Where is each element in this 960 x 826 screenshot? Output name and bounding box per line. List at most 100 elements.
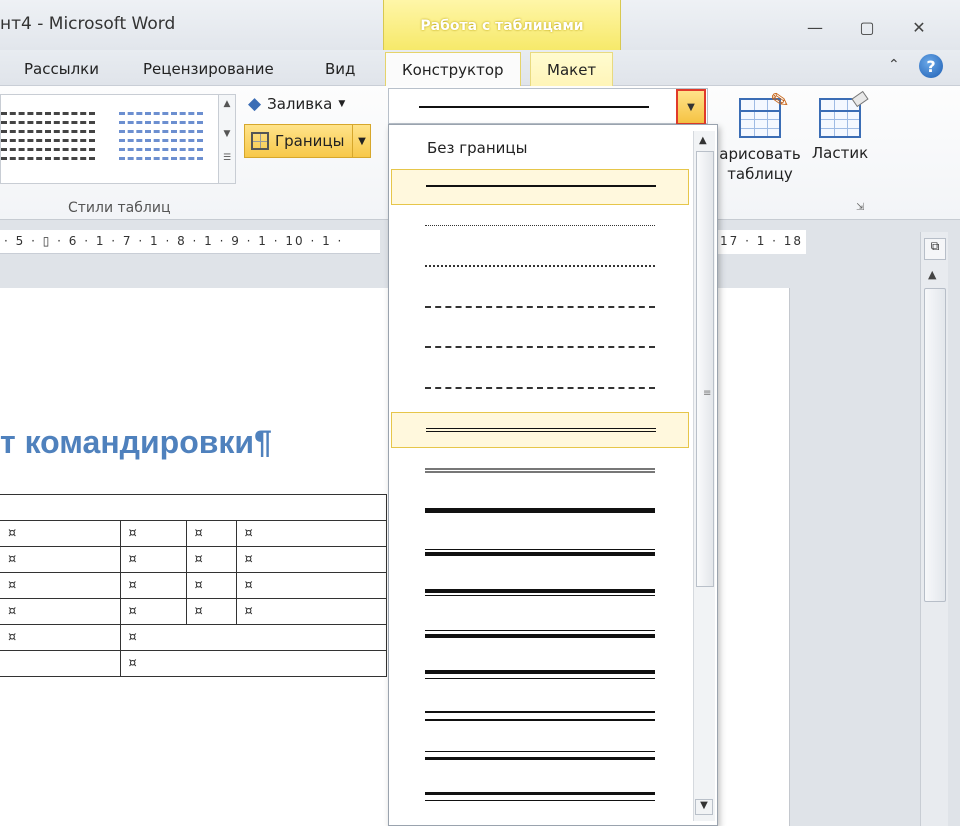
table-tools-context-header: Работа с таблицами [383, 0, 621, 50]
gallery-more-icon[interactable]: ☰ [219, 153, 235, 163]
line-style-dropdown: Без границы ▲ ≡ ▼ [388, 124, 718, 826]
table-cell[interactable]: ¤ [0, 572, 121, 599]
table-cell[interactable]: ¤ [185, 598, 237, 625]
line-style-option[interactable] [391, 696, 689, 732]
line-style-option[interactable] [391, 453, 689, 489]
table-styles-group-label: Стили таблиц [68, 200, 171, 216]
line-style-option[interactable] [391, 210, 689, 246]
line-style-sample [425, 589, 655, 596]
line-style-option[interactable] [391, 493, 689, 529]
line-style-sample [426, 428, 656, 432]
table-cell[interactable]: ¤ [119, 572, 187, 599]
line-style-combobox[interactable] [388, 88, 708, 124]
help-icon[interactable]: ? [919, 54, 943, 78]
line-style-option[interactable] [391, 615, 689, 651]
borders-dropdown-arrow[interactable]: ▼ [352, 124, 371, 158]
table-cell[interactable] [0, 494, 387, 521]
shading-button[interactable]: ◆ Заливка ▼ [248, 94, 345, 114]
gallery-down-icon[interactable]: ▼ [219, 129, 235, 139]
line-style-sample [425, 710, 655, 721]
dropdown-scrollbar[interactable]: ▲ ≡ ▼ [693, 131, 715, 821]
horizontal-ruler[interactable]: · 5 · ▯ · 6 · 1 · 7 · 1 · 8 · 1 · 9 · 1 … [0, 230, 380, 254]
tab-mailings[interactable]: Рассылки [24, 60, 99, 78]
line-style-sample [425, 346, 655, 348]
line-style-option[interactable] [391, 169, 689, 205]
tab-view[interactable]: Вид [325, 60, 355, 78]
table-cell[interactable]: ¤ [0, 624, 121, 651]
line-style-sample [425, 548, 655, 556]
line-style-option[interactable] [391, 655, 689, 691]
draw-table-icon: ✎ [739, 88, 791, 138]
table-cell[interactable]: ¤ [119, 650, 387, 677]
line-style-option[interactable] [391, 291, 689, 327]
tab-review[interactable]: Рецензирование [143, 60, 274, 78]
restore-button[interactable]: ▢ [852, 14, 882, 40]
line-style-sample [425, 386, 655, 389]
grip-icon: ≡ [703, 388, 712, 399]
line-style-option[interactable] [391, 574, 689, 610]
document-heading[interactable]: т командировки¶ [0, 424, 272, 461]
line-style-option[interactable] [391, 331, 689, 367]
table-cell[interactable]: ¤ [119, 598, 187, 625]
table-cell[interactable]: ¤ [119, 520, 187, 547]
table-row: ¤ ¤ [0, 624, 387, 651]
context-group-label: Работа с таблицами [420, 18, 584, 34]
table-cell[interactable]: ¤ [185, 572, 237, 599]
horizontal-ruler-right[interactable]: 17 · 1 · 18 [716, 230, 806, 254]
table-cell[interactable] [0, 650, 121, 677]
dialog-launcher-icon[interactable]: ⇲ [856, 202, 864, 213]
table-cell[interactable]: ¤ [0, 598, 121, 625]
dropdown-scroll-thumb[interactable]: ≡ [696, 151, 714, 587]
table-cell[interactable]: ¤ [0, 546, 121, 573]
chevron-down-icon: ▼ [338, 99, 346, 109]
table-style-blue[interactable] [115, 107, 207, 173]
table-style-plain[interactable] [1, 107, 101, 173]
document-table[interactable]: ¤ ¤ ¤ ¤ ¤ ¤ ¤ ¤ ¤ ¤ ¤ ¤ ¤ ¤ ¤ ¤ ¤ ¤ ¤ [0, 494, 387, 677]
line-style-option[interactable] [391, 412, 689, 448]
vertical-scrollbar[interactable]: ⧉ ▲ [920, 232, 948, 826]
draw-table-button[interactable]: ✎ арисовать таблицу [715, 88, 805, 184]
table-cell[interactable]: ¤ [185, 546, 237, 573]
table-cell[interactable]: ¤ [235, 598, 387, 625]
table-cell[interactable]: ¤ [185, 520, 237, 547]
table-cell[interactable]: ¤ [235, 546, 387, 573]
line-style-option[interactable] [391, 736, 689, 772]
gallery-scrollbar[interactable]: ▲ ▼ ☰ [218, 94, 236, 184]
line-style-sample [425, 305, 655, 308]
minimize-button[interactable]: — [800, 14, 830, 40]
line-style-option[interactable] [391, 534, 689, 570]
eraser-button[interactable]: Ластик [805, 90, 875, 162]
scroll-down-icon[interactable]: ▼ [695, 799, 713, 815]
table-row: ¤ ¤ ¤ ¤ [0, 546, 387, 573]
chevron-down-icon: ▼ [687, 101, 695, 113]
eraser-label: Ластик [811, 144, 869, 162]
close-button[interactable]: ✕ [904, 14, 934, 40]
window-title: нт4 - Microsoft Word [0, 14, 176, 34]
no-border-option[interactable]: Без границы [427, 139, 527, 157]
table-cell[interactable]: ¤ [0, 520, 121, 547]
line-style-dropdown-button[interactable]: ▼ [676, 89, 706, 125]
table-cell[interactable]: ¤ [235, 520, 387, 547]
line-style-sample [425, 224, 655, 226]
scroll-up-icon[interactable]: ▲ [928, 268, 936, 281]
line-style-option[interactable] [391, 250, 689, 286]
collapse-ribbon-icon[interactable]: ⌃ [888, 57, 900, 73]
line-style-sample [425, 791, 655, 801]
scroll-up-icon[interactable]: ▲ [699, 135, 707, 146]
draw-table-label-2: таблицу [727, 165, 793, 183]
tab-layout[interactable]: Макет [530, 52, 614, 86]
table-cell[interactable]: ¤ [235, 572, 387, 599]
line-style-option[interactable] [391, 777, 689, 813]
split-view-icon[interactable]: ⧉ [924, 238, 946, 260]
table-styles-gallery[interactable] [0, 94, 220, 184]
scroll-thumb[interactable] [924, 288, 946, 602]
line-style-sample [425, 670, 655, 679]
tab-design[interactable]: Конструктор [385, 52, 521, 87]
table-cell[interactable]: ¤ [119, 546, 187, 573]
table-cell[interactable]: ¤ [119, 624, 387, 651]
line-style-option[interactable] [391, 372, 689, 408]
table-row: ¤ ¤ ¤ ¤ [0, 572, 387, 599]
paint-bucket-icon: ◆ [248, 94, 262, 114]
gallery-up-icon[interactable]: ▲ [219, 99, 235, 109]
table-row: ¤ ¤ ¤ ¤ [0, 598, 387, 625]
